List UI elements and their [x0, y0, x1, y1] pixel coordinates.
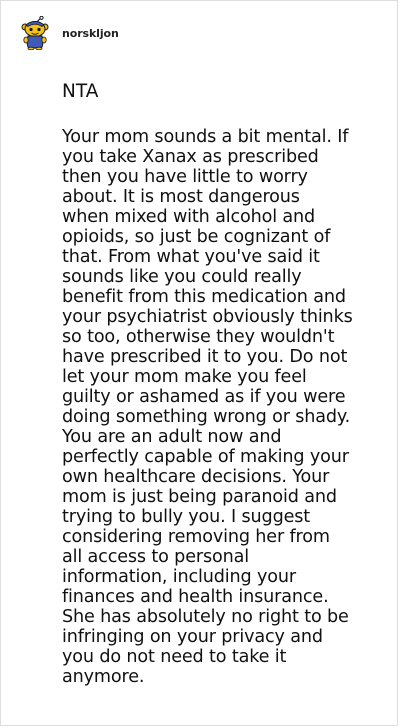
comment-line: sounds like you could really: [62, 267, 302, 287]
comment-line: opioids, so just be cognizant of: [62, 227, 331, 247]
comment-line: about. It is most dangerous: [62, 187, 300, 207]
comment-line: you do not need to take it: [62, 647, 287, 667]
verdict-text: NTA: [62, 81, 99, 102]
comment-line: infringing on your privacy and: [62, 627, 323, 647]
comment-line: let your mom make you feel: [62, 367, 307, 387]
comment-line: Your mom sounds a bit mental. If: [62, 127, 349, 147]
comment-line: so too, otherwise they wouldn't: [62, 327, 335, 347]
comment-line: She has absolutely no right to be: [62, 607, 349, 627]
snoo-avatar-icon[interactable]: [20, 15, 50, 51]
comment-line: then you have little to worry: [62, 167, 308, 187]
comment-header: norskljon: [20, 15, 119, 51]
comment-line: own healthcare decisions. Your: [62, 467, 330, 487]
comment-line: your psychiatrist obviously thinks: [62, 307, 353, 327]
comment-line: mom is just being paranoid and: [62, 487, 337, 507]
comment-line: benefit from this medication and: [62, 287, 346, 307]
comment-line: doing something wrong or shady.: [62, 407, 351, 427]
comment-line: finances and health insurance.: [62, 587, 329, 607]
username-link[interactable]: norskljon: [62, 27, 119, 40]
comment-line: information, including your: [62, 567, 296, 587]
comment-line: anymore.: [62, 667, 145, 687]
comment-line: perfectly capable of making your: [62, 447, 349, 467]
comment-line: when mixed with alcohol and: [62, 207, 316, 227]
comment-line: guilty or ashamed as if you were: [62, 387, 346, 407]
comment-line: all access to personal: [62, 547, 249, 567]
comment-text: Your mom sounds a bit mental. If you take…: [62, 127, 382, 687]
comment-line: you take Xanax as prescribed: [62, 147, 319, 167]
comment-line: that. From what you've said it: [62, 247, 320, 267]
comment-card: norskljon NTA Your mom sounds a bit ment…: [0, 0, 398, 726]
comment-line: You are an adult now and: [62, 427, 282, 447]
comment-line: considering removing her from: [62, 527, 330, 547]
comment-line: trying to bully you. I suggest: [62, 507, 311, 527]
comment-line: have prescribed it to you. Do not: [62, 347, 348, 367]
comment-body: NTA Your mom sounds a bit mental. If you …: [62, 79, 382, 687]
